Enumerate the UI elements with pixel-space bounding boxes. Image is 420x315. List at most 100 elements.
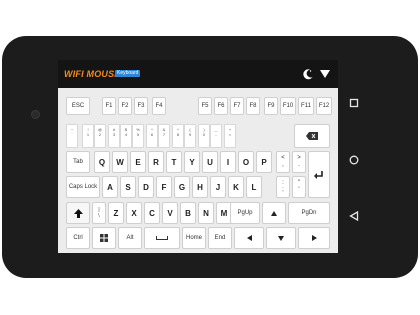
letter-key[interactable]: W <box>112 151 128 173</box>
key-f1[interactable]: F1 <box>102 97 116 115</box>
letter-key[interactable]: X <box>126 202 142 224</box>
shift-arrow-icon <box>73 208 83 218</box>
key-bottom-label: - <box>215 132 217 137</box>
letter-key[interactable]: S <box>120 176 136 198</box>
number-key[interactable]: & 7 <box>158 124 170 148</box>
recent-apps-icon[interactable] <box>349 98 359 108</box>
letter-label: T <box>171 157 177 167</box>
enter-icon <box>314 170 323 179</box>
letter-key[interactable]: Z <box>108 202 124 224</box>
number-key[interactable]: ) 0 <box>198 124 210 148</box>
letter-key[interactable]: L <box>246 176 262 198</box>
letter-key[interactable]: H <box>192 176 208 198</box>
key-f4[interactable]: F4 <box>152 97 166 115</box>
space-key[interactable] <box>144 227 180 249</box>
number-key[interactable]: #3 <box>108 124 120 148</box>
down-arrow-key[interactable] <box>266 227 296 249</box>
letter-key[interactable]: B <box>180 202 196 224</box>
android-nav-bar <box>344 60 364 253</box>
left-arrow-key[interactable] <box>234 227 264 249</box>
backspace-icon <box>306 132 318 140</box>
pgup-key[interactable]: PgUp <box>230 202 260 224</box>
end-key[interactable]: End <box>208 227 232 249</box>
ctrl-key[interactable]: Ctrl <box>66 227 90 249</box>
letter-key[interactable]: F <box>156 176 172 198</box>
app-screen: WIFI MOUSE Keyboard ESC F1 F2 F3 F4 F5 F… <box>58 60 338 253</box>
key-f5[interactable]: F5 <box>198 97 212 115</box>
enter-key[interactable] <box>308 151 330 198</box>
key-bottom-label: 5 <box>136 132 140 137</box>
key-f8[interactable]: F8 <box>246 97 260 115</box>
number-key[interactable]: ! 1 <box>82 124 94 148</box>
arrow-down-icon <box>278 235 284 241</box>
pgdn-key[interactable]: PgDn <box>288 202 330 224</box>
dropdown-arrow-icon[interactable] <box>320 70 330 78</box>
home-key[interactable]: Home <box>182 227 206 249</box>
letter-key[interactable]: K <box>228 176 244 198</box>
key-bottom-label: 7 <box>162 132 166 137</box>
letter-key[interactable]: R <box>148 151 164 173</box>
letter-key[interactable]: T <box>166 151 182 173</box>
number-key[interactable]: (9 <box>184 124 196 148</box>
windows-key[interactable] <box>92 227 116 249</box>
shift-key[interactable] <box>66 202 90 224</box>
key-quote[interactable]: " ' <box>292 176 306 198</box>
key-f11[interactable]: F11 <box>298 97 314 115</box>
key-greater-period[interactable]: >. <box>292 151 306 173</box>
arrow-up-icon <box>271 210 277 216</box>
letter-label: H <box>197 182 203 192</box>
letter-key[interactable]: N <box>198 202 214 224</box>
key-f9[interactable]: F9 <box>264 97 278 115</box>
number-key[interactable]: + = <box>224 124 236 148</box>
arrow-right-icon <box>311 235 317 241</box>
letter-key[interactable]: J <box>210 176 226 198</box>
letter-key[interactable]: V <box>162 202 178 224</box>
number-key[interactable]: @2 <box>94 124 106 148</box>
alt-key[interactable]: Alt <box>118 227 142 249</box>
key-f10[interactable]: F10 <box>280 97 296 115</box>
key-f3[interactable]: F3 <box>134 97 148 115</box>
home-button-icon[interactable] <box>349 155 359 165</box>
number-key[interactable]: % 5 <box>132 124 144 148</box>
key-f2[interactable]: F2 <box>118 97 132 115</box>
key-bottom-label: 0 <box>202 132 206 137</box>
key-f6[interactable]: F6 <box>214 97 228 115</box>
number-key[interactable]: ^ 6 <box>146 124 158 148</box>
letter-key[interactable]: U <box>202 151 218 173</box>
letter-label: K <box>233 182 239 192</box>
letter-key[interactable]: A <box>102 176 118 198</box>
backspace-key[interactable] <box>294 124 330 148</box>
letter-key[interactable]: D <box>138 176 154 198</box>
letter-key[interactable]: C <box>144 202 160 224</box>
keyboard: ESC F1 F2 F3 F4 F5 F6 F7 F8 F9 F10 F11 F… <box>58 88 338 253</box>
key-colon-semicolon[interactable]: :; <box>276 176 290 198</box>
letter-key[interactable]: O <box>238 151 254 173</box>
letter-label: V <box>167 208 173 218</box>
letter-label: X <box>131 208 137 218</box>
number-key[interactable]: _ - <box>210 124 222 148</box>
letter-key[interactable]: I <box>220 151 236 173</box>
tab-key[interactable]: Tab <box>66 151 90 173</box>
number-key[interactable]: ~ ` <box>66 124 78 148</box>
letter-label: B <box>185 208 191 218</box>
letter-label: P <box>261 157 267 167</box>
number-key[interactable]: * 8 <box>172 124 184 148</box>
key-esc[interactable]: ESC <box>66 97 90 115</box>
letter-key[interactable]: P <box>256 151 272 173</box>
key-bottom-label: ` <box>71 132 73 137</box>
key-pipe-backslash[interactable]: | \ <box>92 202 106 224</box>
key-f7[interactable]: F7 <box>230 97 244 115</box>
key-less-comma[interactable]: <, <box>276 151 290 173</box>
letter-key[interactable]: Q <box>94 151 110 173</box>
up-arrow-key[interactable] <box>262 202 286 224</box>
number-key[interactable]: $4 <box>120 124 132 148</box>
letter-key[interactable]: G <box>174 176 190 198</box>
letter-key[interactable]: Y <box>184 151 200 173</box>
back-button-icon[interactable] <box>349 211 359 221</box>
right-arrow-key[interactable] <box>298 227 330 249</box>
caps-lock-key[interactable]: Caps Lock <box>66 176 100 198</box>
key-f12[interactable]: F12 <box>316 97 332 115</box>
moon-icon[interactable] <box>302 68 314 80</box>
key-bottom-label: 1 <box>86 132 90 137</box>
letter-key[interactable]: E <box>130 151 146 173</box>
